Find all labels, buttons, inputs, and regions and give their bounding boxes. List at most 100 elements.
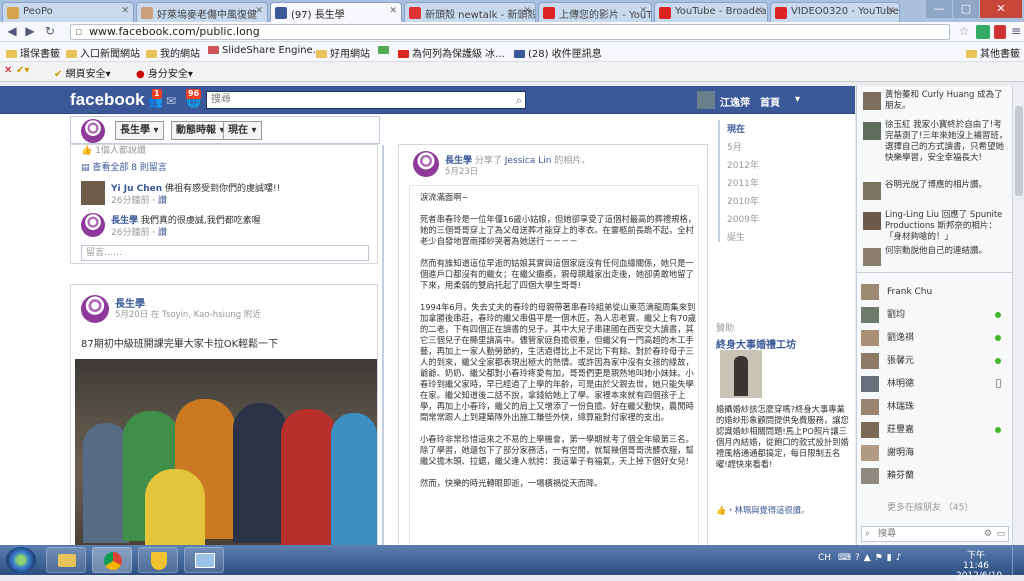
- close-window-button[interactable]: ✕: [980, 0, 1022, 18]
- ad-image[interactable]: [720, 350, 762, 398]
- other-bookmarks[interactable]: 其他書籤: [966, 45, 1020, 60]
- browser-tab[interactable]: PeoPo ✕: [2, 2, 134, 22]
- chat-friend[interactable]: Frank Chu: [861, 282, 1011, 302]
- close-tab-icon[interactable]: ✕: [755, 6, 763, 16]
- now-button[interactable]: 現在 ▾: [223, 121, 262, 140]
- bookmark-item[interactable]: SlideShare Engine...: [208, 45, 322, 56]
- close-tab-icon[interactable]: ✕: [121, 6, 129, 16]
- page-avatar[interactable]: [81, 119, 105, 143]
- security-taskbar-icon[interactable]: [138, 547, 178, 573]
- bookmark-folder[interactable]: 我的網站: [146, 45, 200, 60]
- chat-friend[interactable]: 林明德: [861, 374, 1011, 394]
- minimize-button[interactable]: —: [926, 0, 952, 18]
- bookmark-folder[interactable]: 環保書籤: [6, 45, 60, 60]
- url-bar[interactable]: ▫ www.facebook.com/public.long: [70, 24, 950, 40]
- ad-like-line[interactable]: 👍・林珮與覺得這很讚。: [716, 504, 851, 516]
- web-safety-menu[interactable]: ✔ 網頁安全▾: [54, 65, 111, 80]
- chat-friend[interactable]: 劉均: [861, 305, 1011, 325]
- facebook-logo[interactable]: facebook: [70, 90, 145, 110]
- ad-title[interactable]: 終身大事婚禮工坊: [716, 336, 796, 351]
- identity-safety-menu[interactable]: ● 身分安全▾: [136, 65, 193, 80]
- close-tab-icon[interactable]: ✕: [639, 6, 647, 16]
- chat-search-input[interactable]: ⌕ 搜尋 ⚙ ▭: [861, 526, 1009, 542]
- chat-friend[interactable]: 莊豐嘉: [861, 420, 1011, 440]
- group-photo[interactable]: [75, 359, 377, 547]
- extension-icon[interactable]: [976, 25, 990, 39]
- ticker-item[interactable]: 徐玉紅 我家小寶終於自由了!考完基測了!三年來她沒上補習班，選擇自己的方式讀書，…: [863, 120, 1009, 164]
- extension-icon[interactable]: [994, 25, 1006, 39]
- explorer-taskbar-icon[interactable]: [46, 547, 86, 573]
- browser-tab-active[interactable]: (97) 長生學 ✕: [270, 2, 402, 22]
- timeline-year[interactable]: 2012年: [727, 158, 759, 171]
- address-toolbar: ◀ ▶ ↻ ▫ www.facebook.com/public.long ☆ ≡: [0, 22, 1024, 42]
- browser-tab[interactable]: 好萊塢麥老傷中風復健 ✕: [136, 2, 268, 22]
- browser-tab[interactable]: 新頭殼 newtalk - 新頭殼 ✕: [404, 2, 536, 22]
- close-tab-icon[interactable]: ✕: [389, 6, 397, 16]
- timeline-birth[interactable]: 誕生: [727, 230, 745, 243]
- bookmark-item[interactable]: 為何列為保護級 冰...: [398, 45, 505, 60]
- profile-link[interactable]: 江逸萍: [720, 94, 750, 109]
- more-online-friends-link[interactable]: 更多在線朋友 （45）: [887, 500, 973, 513]
- post-date[interactable]: 5月23日: [445, 165, 478, 177]
- close-tab-icon[interactable]: ✕: [887, 6, 895, 16]
- browser-tab[interactable]: YouTube - Broadcast Yo✕: [654, 2, 768, 22]
- account-menu-icon[interactable]: ▾: [795, 94, 800, 105]
- clock[interactable]: 下午 11:46 2012/6/10: [956, 548, 1002, 581]
- input-language[interactable]: CH: [818, 553, 831, 563]
- timeline-month[interactable]: 5月: [727, 140, 742, 153]
- reload-icon[interactable]: ↻: [42, 24, 58, 38]
- page-avatar[interactable]: [413, 151, 439, 177]
- page-avatar[interactable]: [81, 295, 109, 323]
- chat-settings-icon[interactable]: ⚙: [984, 527, 992, 541]
- commenter-avatar[interactable]: [81, 213, 105, 237]
- comment-input[interactable]: 留言……: [81, 245, 369, 261]
- bookmark-item[interactable]: [378, 45, 392, 56]
- close-tab-icon[interactable]: ✕: [523, 6, 531, 16]
- view-all-comments-link[interactable]: ▤ 查看全部 8 則留言: [81, 162, 361, 174]
- star-icon[interactable]: ☆: [956, 24, 972, 38]
- bookmark-folder[interactable]: 入口新聞網站: [66, 45, 140, 60]
- wrench-icon[interactable]: ≡: [1008, 24, 1024, 38]
- start-button[interactable]: [6, 547, 36, 573]
- timeline-year-now[interactable]: 現在: [727, 122, 745, 135]
- back-icon[interactable]: ◀: [4, 24, 20, 38]
- timeline-year[interactable]: 2009年: [727, 212, 759, 225]
- browser-tab[interactable]: VIDEO0320 - YouTube ✕: [770, 2, 900, 22]
- post-meta[interactable]: 5月20日 在 Tsoyin, Kao-hsiung 附近: [115, 308, 261, 320]
- timeline-year[interactable]: 2011年: [727, 176, 759, 189]
- bookmark-folder[interactable]: 好用網站: [316, 45, 370, 60]
- ticker-item[interactable]: 谷明光說了博應的相片讚。: [863, 180, 1009, 200]
- chrome-taskbar-icon[interactable]: [92, 547, 132, 573]
- close-toolbar-icon[interactable]: ✕: [4, 65, 12, 76]
- check-icon[interactable]: ✔▾: [16, 65, 29, 76]
- tray-icons[interactable]: ⌨?▲⚑▮♪: [838, 553, 905, 563]
- home-link[interactable]: 首頁: [760, 94, 780, 109]
- bookmark-item[interactable]: (28) 收件匣訊息: [514, 45, 602, 60]
- chat-friend[interactable]: 張馨元: [861, 351, 1011, 371]
- app-taskbar-icon[interactable]: [184, 547, 224, 573]
- scrollbar-thumb[interactable]: [1015, 106, 1023, 196]
- maximize-button[interactable]: ▢: [953, 0, 979, 18]
- browser-tab[interactable]: 上傳您的影片 - YouTube✕: [538, 2, 652, 22]
- forward-icon[interactable]: ▶: [22, 24, 38, 38]
- ticker-item[interactable]: 何宗勳說他自己的連結讚。: [863, 246, 1009, 266]
- chat-friend[interactable]: 林瑞珠: [861, 397, 1011, 417]
- page-name-button[interactable]: 長生學 ▾: [115, 121, 164, 140]
- ticker-item[interactable]: Ling-Ling Liu 回應了 Spunite Productions 斯邦…: [863, 210, 1009, 243]
- chat-toggle-icon[interactable]: ▭: [996, 527, 1005, 541]
- chat-friend[interactable]: 謝明海: [861, 443, 1011, 463]
- vertical-scrollbar[interactable]: [1012, 86, 1024, 545]
- chat-friend[interactable]: 賴芬蘭: [861, 466, 1011, 486]
- search-icon[interactable]: ⌕: [516, 93, 522, 109]
- close-tab-icon[interactable]: ✕: [255, 6, 263, 16]
- youtube-icon: [398, 50, 409, 58]
- search-input[interactable]: 搜尋 ⌕: [206, 91, 526, 109]
- commenter-avatar[interactable]: [81, 181, 105, 205]
- chat-friend[interactable]: 劉逸祺: [861, 328, 1011, 348]
- messages-icon[interactable]: ✉: [166, 94, 176, 108]
- avatar[interactable]: [697, 91, 715, 109]
- show-desktop-button[interactable]: [1012, 545, 1024, 575]
- ticker-item[interactable]: 黃怡蓁和 Curly Huang 成為了朋友。: [863, 90, 1009, 112]
- timeline-button[interactable]: 動態時報 ▾: [171, 121, 230, 140]
- timeline-year[interactable]: 2010年: [727, 194, 759, 207]
